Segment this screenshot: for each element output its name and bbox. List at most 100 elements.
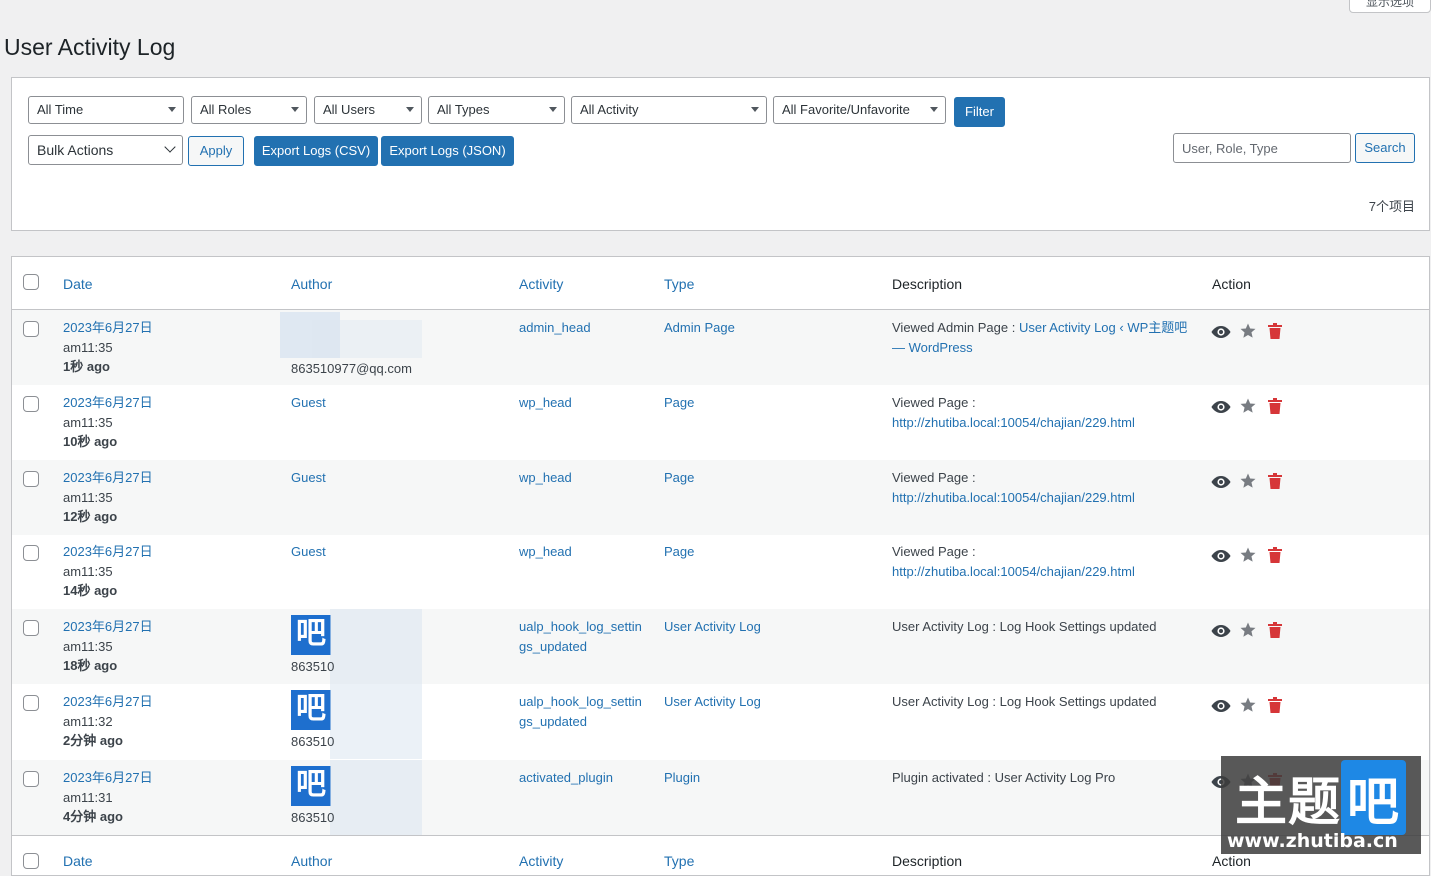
row-author[interactable]: Guest (291, 542, 326, 562)
row-description-link[interactable]: http://zhutiba.local:10054/chajian/229.h… (892, 415, 1135, 430)
screen-options-tab[interactable]: 显示选项 (1349, 0, 1431, 13)
row-ago-number: 18秒 (63, 658, 91, 673)
row-date-link[interactable]: 2023年6月27日 (63, 768, 153, 788)
trash-icon[interactable] (1268, 398, 1282, 414)
eye-icon[interactable] (1211, 325, 1231, 339)
time-filter-select[interactable]: All Time (28, 96, 184, 124)
row-description-link[interactable]: http://zhutiba.local:10054/chajian/229.h… (892, 564, 1135, 579)
activity-log-table: Date Author Activity Type Description Ac… (11, 256, 1430, 876)
row-type-link[interactable]: User Activity Log (664, 692, 761, 712)
table-row: 2023年6月27日 am11:35 1秒 ago 863510977@qq.com a… (12, 310, 1429, 385)
column-type[interactable]: Type (664, 276, 694, 292)
star-icon[interactable] (1239, 696, 1257, 714)
apply-button[interactable]: Apply (188, 136, 244, 166)
column-author-footer[interactable]: Author (291, 853, 332, 869)
search-input[interactable] (1173, 133, 1351, 163)
author-avatar[interactable]: 吧 (291, 690, 331, 730)
row-checkbox[interactable] (23, 471, 39, 487)
eye-icon[interactable] (1211, 400, 1231, 414)
types-filter-select[interactable]: All Types (428, 96, 565, 124)
blurred-author-info (330, 609, 422, 684)
row-description-link[interactable]: http://zhutiba.local:10054/chajian/229.h… (892, 490, 1135, 505)
star-icon[interactable] (1239, 621, 1257, 639)
filter-button[interactable]: Filter (954, 97, 1005, 127)
row-date-link[interactable]: 2023年6月27日 (63, 617, 153, 637)
row-checkbox[interactable] (23, 620, 39, 636)
star-icon[interactable] (1239, 397, 1257, 415)
column-type-footer[interactable]: Type (664, 853, 694, 869)
author-avatar[interactable]: 吧 (291, 615, 331, 655)
trash-icon[interactable] (1268, 473, 1282, 489)
caret-down-icon (930, 107, 938, 112)
roles-filter-select[interactable]: All Roles (191, 96, 307, 124)
trash-icon[interactable] (1268, 323, 1282, 339)
row-activity-link[interactable]: wp_head (519, 468, 647, 488)
row-activity-link[interactable]: wp_head (519, 542, 647, 562)
row-type-link[interactable]: Admin Page (664, 318, 735, 338)
row-activity-link[interactable]: admin_head (519, 318, 647, 338)
trash-icon[interactable] (1268, 547, 1282, 563)
star-icon[interactable] (1239, 322, 1257, 340)
row-date-link[interactable]: 2023年6月27日 (63, 692, 153, 712)
row-type-link[interactable]: Page (664, 542, 694, 562)
row-activity-link[interactable]: activated_plugin (519, 768, 647, 788)
star-icon[interactable] (1239, 472, 1257, 490)
caret-down-icon (549, 107, 557, 112)
column-date-footer[interactable]: Date (63, 853, 93, 869)
row-date-link[interactable]: 2023年6月27日 (63, 468, 153, 488)
caret-down-icon (751, 107, 759, 112)
eye-icon[interactable] (1211, 624, 1231, 638)
table-row: 2023年6月27日 am11:35 10秒 ago Guest wp_head Page… (12, 385, 1429, 460)
row-type-link[interactable]: User Activity Log (664, 617, 761, 637)
items-count: 7个项目 (1368, 199, 1415, 214)
row-time: am11:31 (63, 789, 113, 805)
row-date-link[interactable]: 2023年6月27日 (63, 542, 153, 562)
row-checkbox[interactable] (23, 396, 39, 412)
table-header: Date Author Activity Type Description Ac… (12, 257, 1429, 310)
bulk-actions-value: Bulk Actions (37, 142, 114, 158)
blurred-author-info (330, 760, 422, 835)
row-author[interactable]: Guest (291, 468, 326, 488)
row-author[interactable]: Guest (291, 393, 326, 413)
eye-icon[interactable] (1211, 699, 1231, 713)
row-time: am11:35 (63, 563, 113, 579)
row-checkbox[interactable] (23, 771, 39, 787)
row-type-link[interactable]: Page (664, 393, 694, 413)
row-date-link[interactable]: 2023年6月27日 (63, 393, 153, 413)
column-activity-footer[interactable]: Activity (519, 853, 563, 869)
row-author-email: 863510 (291, 659, 335, 674)
users-filter-select[interactable]: All Users (314, 96, 422, 124)
table-row: 2023年6月27日 am11:35 14秒 ago Guest wp_head Page… (12, 534, 1429, 609)
export-csv-button[interactable]: Export Logs (CSV) (254, 136, 378, 166)
row-type-link[interactable]: Plugin (664, 768, 700, 788)
row-checkbox[interactable] (23, 695, 39, 711)
row-type-link[interactable]: Page (664, 468, 694, 488)
row-checkbox[interactable] (23, 321, 39, 337)
favorite-filter-select[interactable]: All Favorite/Unfavorite (773, 96, 946, 124)
row-checkbox[interactable] (23, 545, 39, 561)
row-activity-link[interactable]: ualp_hook_log_settings_updated (519, 692, 647, 731)
export-json-button[interactable]: Export Logs (JSON) (381, 136, 514, 166)
watermark-box: 吧 (1341, 760, 1407, 835)
search-button[interactable]: Search (1355, 133, 1415, 163)
column-date[interactable]: Date (63, 276, 93, 292)
column-action-footer: Action (1212, 853, 1251, 869)
select-all-checkbox-footer[interactable] (23, 853, 39, 869)
trash-icon[interactable] (1268, 622, 1282, 638)
select-all-checkbox[interactable] (23, 274, 39, 290)
row-date-link[interactable]: 2023年6月27日 (63, 318, 153, 338)
star-icon[interactable] (1239, 546, 1257, 564)
eye-icon[interactable] (1211, 549, 1231, 563)
bulk-actions-select[interactable]: Bulk Actions (28, 135, 183, 165)
column-activity[interactable]: Activity (519, 276, 563, 292)
activity-filter-select[interactable]: All Activity (571, 96, 767, 124)
row-activity-link[interactable]: wp_head (519, 393, 647, 413)
row-activity-link[interactable]: ualp_hook_log_settings_updated (519, 617, 647, 656)
author-avatar[interactable]: 吧 (291, 766, 331, 806)
column-author[interactable]: Author (291, 276, 332, 292)
eye-icon[interactable] (1211, 475, 1231, 489)
row-ago-label: ago (90, 583, 118, 598)
trash-icon[interactable] (1268, 697, 1282, 713)
caret-down-icon (406, 107, 414, 112)
row-time: am11:35 (63, 489, 113, 505)
